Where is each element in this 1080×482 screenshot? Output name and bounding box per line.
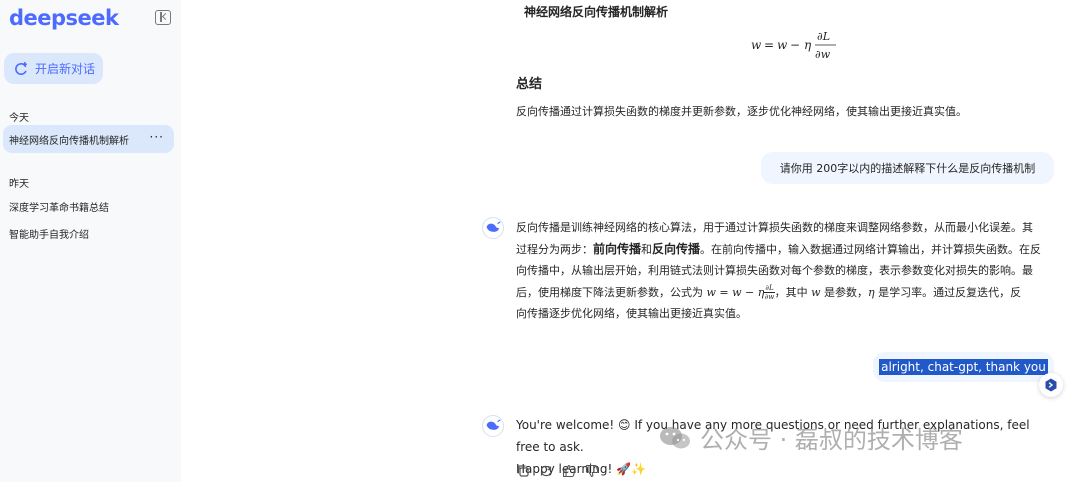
- selected-message-text[interactable]: alright, chat-gpt, thank you: [879, 359, 1048, 375]
- answer-text: 。在前向传播中，输入数据通过网络计算输出，并计算损失函数。在反: [700, 242, 1042, 256]
- sidebar-item-conversation[interactable]: 智能助手自我介绍: [9, 226, 89, 241]
- answer-text: 是参数，: [824, 285, 869, 299]
- summary-title: 总结: [516, 77, 543, 92]
- more-options-icon[interactable]: ···: [150, 130, 164, 144]
- thumbs-up-icon[interactable]: [562, 464, 576, 478]
- message-actions: [516, 464, 599, 478]
- answer-line: 后，使用梯度下降法更新参数，公式为 w = w − η ∂L ∂w ，其中 w 是参数…: [516, 282, 1054, 304]
- group-label-today: 今天: [9, 113, 29, 124]
- answer-text: 后，使用梯度下降法更新参数，公式为: [516, 285, 703, 299]
- watermark-text: 公众号 · 磊叔的技术博客: [700, 426, 963, 454]
- new-chat-button[interactable]: 开启新对话: [4, 53, 103, 84]
- assistant-answer: 反向传播是训练神经网络的核心算法，用于通过计算损失函数的梯度来调整网络参数，从而…: [516, 217, 1054, 325]
- update-formula: w = w − η ∂L ∂w: [751, 30, 836, 61]
- thumbs-down-icon[interactable]: [585, 464, 599, 478]
- answer-text: 过程分为两步：: [516, 242, 593, 256]
- inline-formula: w = w − η: [706, 285, 765, 299]
- deepseek-whale-icon: [482, 415, 504, 437]
- sidebar-item-active-conversation[interactable]: 神经网络反向传播机制解析 ···: [3, 125, 174, 153]
- user-message: alright, chat-gpt, thank you: [873, 352, 1054, 382]
- answer-heading: 神经网络反向传播机制解析: [524, 5, 669, 19]
- new-chat-icon: [15, 61, 27, 75]
- regenerate-icon[interactable]: [539, 464, 553, 478]
- collapse-sidebar-icon[interactable]: [155, 10, 171, 25]
- svg-text:∂L: ∂L: [817, 30, 830, 43]
- bold-term: 前向传播: [593, 241, 642, 256]
- math-variable: w: [811, 285, 821, 299]
- fraction-numerator: ∂L: [764, 284, 775, 293]
- sidebar-item-conversation[interactable]: 深度学习革命书籍总结: [9, 199, 109, 214]
- sidebar: deepseek 开启新对话 今天 神经网络反向传播机制解析 ··· 昨天 深度…: [0, 0, 181, 482]
- answer-line: 向传播中，从输出层开始，利用链式法则计算损失函数对每个参数的梯度，表示参数变化对…: [516, 264, 1033, 277]
- scroll-to-bottom-icon[interactable]: [1039, 373, 1063, 397]
- watermark: 公众号 · 磊叔的技术博客: [658, 420, 963, 455]
- bold-term: 反向传播: [652, 241, 701, 256]
- deepseek-logo[interactable]: deepseek: [9, 6, 119, 30]
- answer-line: 过程分为两步：前向传播和反向传播。在前向传播中，输入数据通过网络计算输出，并计算…: [516, 239, 1054, 261]
- inline-fraction: ∂L ∂w: [764, 284, 775, 301]
- math-variable: η: [868, 285, 875, 299]
- svg-text:w: w: [751, 38, 762, 52]
- svg-text:=: =: [764, 38, 774, 52]
- fraction-denominator: ∂w: [764, 293, 775, 301]
- answer-text: ，其中: [774, 285, 808, 299]
- new-chat-label: 开启新对话: [35, 62, 96, 76]
- svg-text:∂w: ∂w: [815, 48, 831, 61]
- answer-line: 向传播逐步优化网络，使其输出更接近真实值。: [516, 307, 747, 320]
- group-label-yesterday: 昨天: [9, 179, 29, 190]
- svg-text:w: w: [777, 38, 788, 52]
- answer-line: 反向传播是训练神经网络的核心算法，用于通过计算损失函数的梯度来调整网络参数，从而…: [516, 221, 1033, 234]
- answer-text: 和: [641, 242, 653, 256]
- copy-icon[interactable]: [516, 464, 530, 478]
- answer-text: 是学习率。通过反复迭代，反: [878, 285, 1022, 299]
- svg-text:−: −: [790, 38, 800, 52]
- wechat-icon: [660, 426, 690, 448]
- conversation-label: 神经网络反向传播机制解析: [9, 136, 129, 147]
- summary-text: 反向传播通过计算损失函数的梯度并更新参数，逐步优化神经网络，使其输出更接近真实值…: [516, 105, 967, 118]
- deepseek-whale-icon: [482, 217, 504, 239]
- user-message: 请你用 200字以内的描述解释下什么是反向传播机制: [761, 152, 1054, 184]
- svg-text:η: η: [804, 38, 812, 52]
